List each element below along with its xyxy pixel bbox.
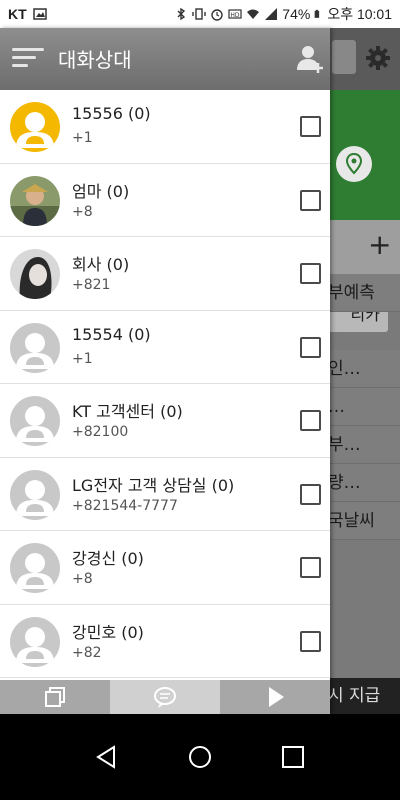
list-item[interactable]: 15556 (0) +1 bbox=[0, 90, 330, 164]
avatar bbox=[10, 102, 60, 152]
copy-icon bbox=[45, 687, 65, 707]
contact-checkbox[interactable] bbox=[300, 116, 321, 137]
photo-avatar bbox=[10, 175, 60, 226]
gear-icon bbox=[366, 46, 390, 70]
contact-checkbox[interactable] bbox=[300, 483, 321, 505]
bluetooth-icon bbox=[177, 7, 186, 21]
contact-checkbox[interactable] bbox=[300, 189, 321, 211]
tab-copy[interactable] bbox=[0, 680, 110, 714]
wifi-icon bbox=[247, 9, 260, 19]
recents-icon bbox=[282, 746, 305, 768]
plus-icon: + bbox=[368, 228, 392, 261]
contact-checkbox[interactable] bbox=[300, 410, 321, 431]
avatar bbox=[10, 469, 60, 520]
list-item[interactable]: 강경신 (0) +8 bbox=[0, 531, 330, 605]
contact-phone: +82 bbox=[72, 644, 102, 661]
contact-phone: +82100 bbox=[72, 424, 129, 440]
clock: 오후 10:01 bbox=[327, 6, 392, 22]
avatar bbox=[10, 249, 60, 299]
contact-name: KT 고객센터 (0) bbox=[72, 402, 183, 421]
contact-phone: +1 bbox=[72, 350, 93, 367]
contact-checkbox[interactable] bbox=[300, 263, 321, 284]
battery-percent: 74% bbox=[282, 6, 311, 22]
navigation-bar bbox=[0, 714, 400, 800]
list-item[interactable]: 15554 (0) +1 bbox=[0, 310, 330, 384]
contact-phone: +821 bbox=[72, 277, 111, 293]
drawer-footer-tabs bbox=[0, 680, 330, 714]
photo-avatar bbox=[10, 249, 60, 299]
list-item[interactable]: KT 고객센터 (0) +82100 bbox=[0, 384, 330, 458]
back-icon bbox=[95, 745, 115, 769]
default-avatar-icon bbox=[10, 102, 60, 152]
avatar bbox=[10, 396, 60, 446]
contact-phone: +1 bbox=[72, 130, 93, 146]
svg-text:HD: HD bbox=[231, 12, 241, 19]
default-avatar-icon bbox=[10, 616, 60, 667]
default-avatar-icon bbox=[10, 543, 60, 593]
drawer-header: 대화상대 bbox=[0, 28, 330, 90]
avatar bbox=[10, 616, 60, 667]
background-row: 부예측 bbox=[328, 274, 400, 312]
battery-icon bbox=[314, 9, 320, 18]
add-user-icon[interactable] bbox=[294, 42, 326, 74]
signal-icon bbox=[265, 8, 278, 20]
background-row: … bbox=[328, 388, 400, 426]
avatar bbox=[10, 175, 60, 226]
background-row: 국날씨 bbox=[328, 502, 400, 540]
contact-checkbox[interactable] bbox=[300, 336, 321, 358]
status-bar: KT HD 74% 오후 10:01 bbox=[0, 0, 400, 28]
contact-name: 15554 (0) bbox=[72, 324, 151, 344]
list-item[interactable]: LG전자 고객 상담실 (0) +821544-7777 bbox=[0, 457, 330, 531]
contacts-drawer: 대화상대 15556 (0) +1 엄마 (0) +8 회사 (0) +821 … bbox=[0, 28, 330, 714]
default-avatar-icon bbox=[10, 322, 60, 373]
background-arrow-button bbox=[332, 40, 356, 74]
contact-name: 강경신 (0) bbox=[72, 549, 144, 568]
contact-phone: +8 bbox=[72, 571, 93, 587]
tab-play[interactable] bbox=[220, 680, 330, 714]
list-item[interactable]: 엄마 (0) +8 bbox=[0, 163, 330, 237]
alarm-icon bbox=[211, 9, 223, 21]
hd-icon: HD bbox=[228, 9, 242, 19]
contact-checkbox[interactable] bbox=[300, 557, 321, 578]
contact-name: 15556 (0) bbox=[72, 104, 151, 123]
contact-name: 엄마 (0) bbox=[72, 181, 130, 201]
contact-phone: +8 bbox=[72, 203, 93, 220]
background-row: 부… bbox=[328, 426, 400, 464]
background-row: 량… bbox=[328, 464, 400, 502]
location-pin-icon bbox=[336, 146, 372, 182]
default-avatar-icon bbox=[10, 396, 60, 446]
back-button[interactable] bbox=[94, 744, 120, 770]
carrier-label: KT bbox=[8, 6, 27, 22]
image-icon bbox=[32, 8, 47, 20]
chat-icon bbox=[154, 687, 176, 708]
avatar bbox=[10, 543, 60, 593]
recents-button[interactable] bbox=[280, 744, 306, 770]
drawer-title: 대화상대 bbox=[58, 48, 132, 72]
home-icon bbox=[188, 746, 211, 768]
contact-phone: +821544-7777 bbox=[72, 497, 178, 514]
list-item[interactable]: 회사 (0) +821 bbox=[0, 237, 330, 311]
tab-chat[interactable] bbox=[110, 680, 220, 714]
contact-checkbox[interactable] bbox=[300, 630, 321, 652]
contact-name: 회사 (0) bbox=[72, 255, 130, 274]
contact-name: 강민호 (0) bbox=[72, 622, 144, 642]
contact-name: LG전자 고객 상담실 (0) bbox=[72, 475, 235, 495]
vibrate-icon bbox=[192, 8, 206, 20]
list-item[interactable]: 강민호 (0) +82 bbox=[0, 604, 330, 678]
background-row: 인… bbox=[328, 350, 400, 388]
play-icon bbox=[269, 687, 284, 707]
contact-list: 15556 (0) +1 엄마 (0) +8 회사 (0) +821 15554… bbox=[0, 90, 330, 680]
home-button[interactable] bbox=[187, 744, 213, 770]
default-avatar-icon bbox=[10, 469, 60, 520]
avatar bbox=[10, 322, 60, 373]
background-bottom-bar: 시 지급 bbox=[328, 678, 400, 714]
sort-menu-icon[interactable] bbox=[12, 48, 44, 70]
background-list: 부예측 인… … 부… 량… 국날씨 bbox=[328, 274, 400, 540]
